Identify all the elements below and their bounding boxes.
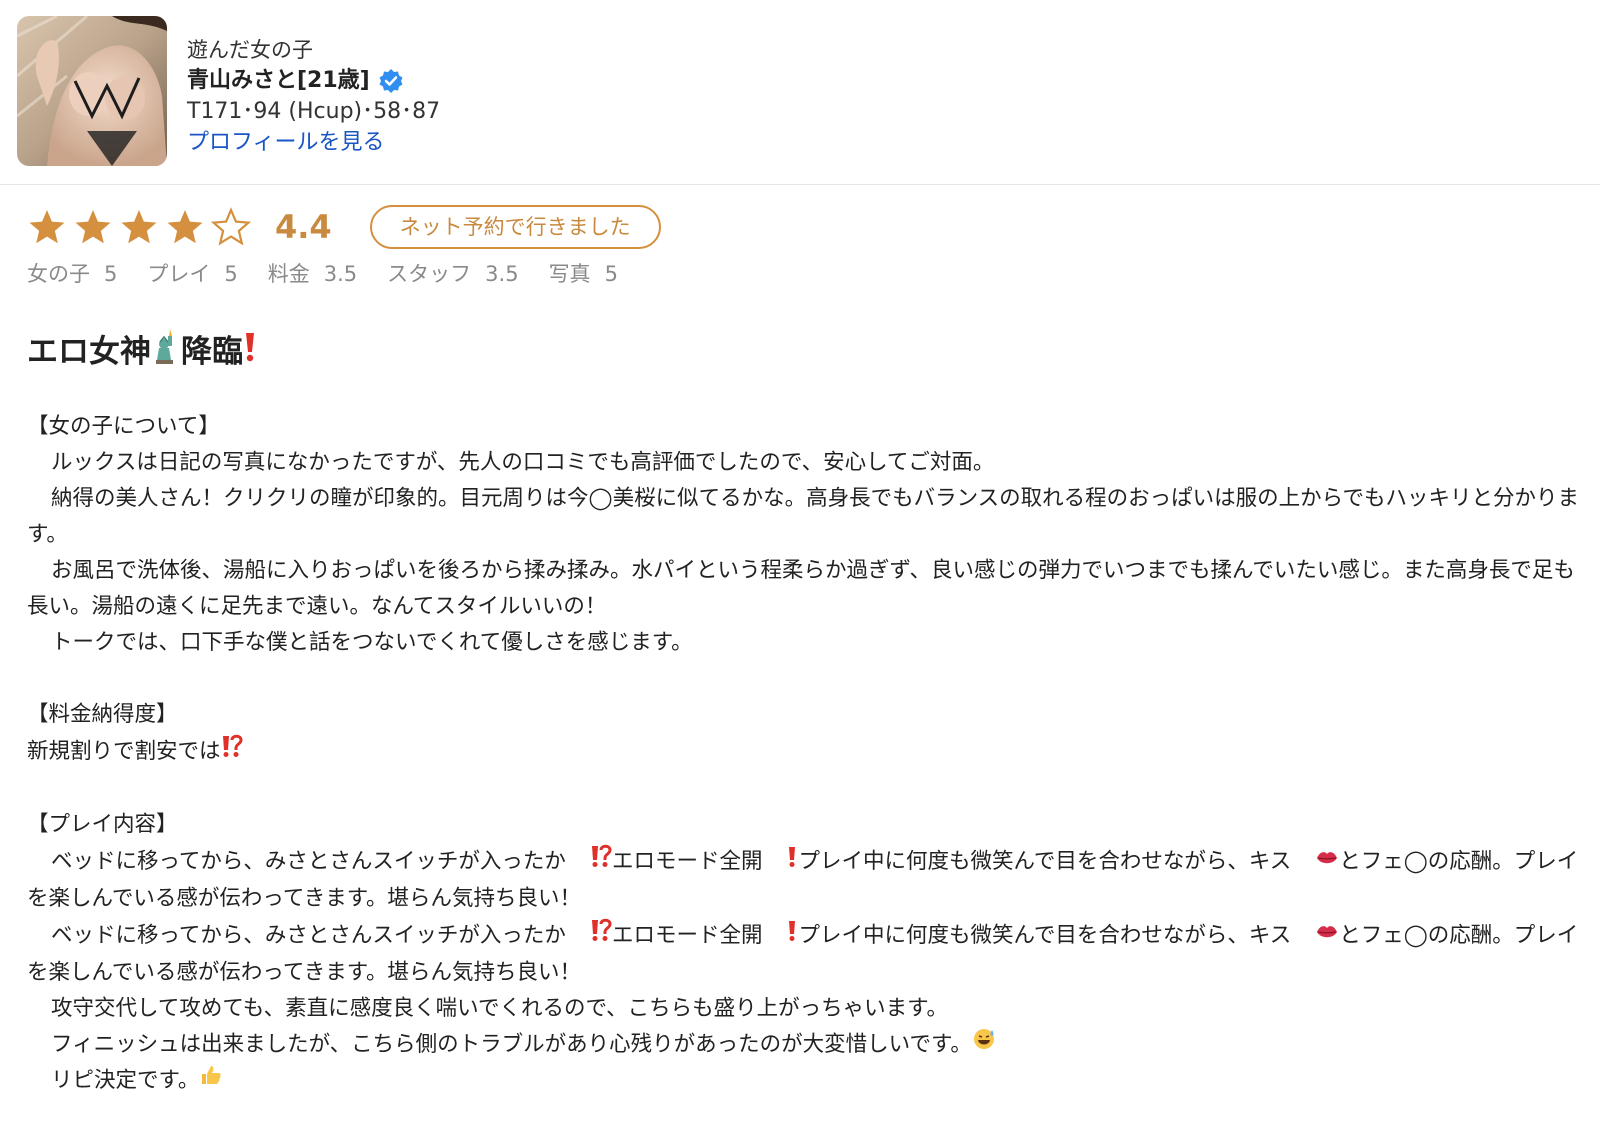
exclamation-question-icon	[566, 843, 612, 881]
sub-rating-item: 料金 3.5	[268, 258, 357, 288]
sub-rating-value: 3.5	[485, 262, 519, 286]
exclamation-question-icon	[221, 733, 243, 771]
text-span: リピ決定です。	[51, 1068, 200, 1093]
girl-name-text: 青山みさと[21歳]	[187, 68, 370, 93]
sub-rating-label: 女の子	[27, 262, 90, 286]
text-span: プレイ中に何度も微笑んで目を合わせながら、キス	[798, 923, 1292, 948]
section-play-heading: 【プレイ内容】	[27, 812, 178, 837]
rating-score: 4.4	[275, 208, 332, 246]
section-girl-heading: 【女の子について】	[27, 414, 220, 439]
profile-photo[interactable]	[17, 16, 167, 166]
star-filled-icon	[29, 210, 65, 244]
sub-rating-value: 3.5	[323, 262, 358, 286]
text-span: ベッドに移ってから、みさとさんスイッチが入ったか	[51, 849, 566, 874]
section-price-heading: 【料金納得度】	[27, 702, 178, 727]
paragraph: ベッドに移ってから、みさとさんスイッチが入ったか エロモード全開 プレイ中に何度も微…	[27, 917, 1587, 991]
paragraph: フィニッシュは出来ましたが、こちら側のトラブルがあり心残りがあったのが大変惜しい…	[27, 1027, 1587, 1063]
star-rating	[27, 207, 257, 247]
sub-rating-label: 料金	[267, 262, 310, 286]
exclamation-icon	[762, 918, 798, 954]
played-girl-label: 遊んだ女の子	[187, 38, 313, 62]
statue-of-liberty-icon	[151, 328, 181, 375]
text-span: エロモード全開	[611, 849, 763, 874]
review-title-part-b: 降臨	[181, 333, 243, 370]
kiss-lips-icon	[1291, 844, 1339, 880]
thumbs-up-icon	[199, 1063, 223, 1099]
star-filled-icon	[75, 210, 111, 244]
sub-rating-item: 女の子 5	[27, 258, 117, 288]
sub-rating-item: プレイ 5	[147, 258, 237, 288]
star-empty-icon	[211, 207, 251, 246]
exclamation-icon	[762, 844, 798, 880]
exclamation-icon	[243, 329, 257, 374]
girl-stats: T171･94 (Hcup)･58･87	[187, 99, 441, 124]
sub-rating-value: 5	[104, 262, 118, 286]
text-span: エロモード全開	[611, 923, 763, 948]
sub-ratings: 女の子 5 プレイ 5 料金 3.5 スタッフ 3.5 写真 5	[27, 258, 648, 288]
text-span: プレイ中に何度も微笑んで目を合わせながら、キス	[798, 849, 1292, 874]
paragraph: リピ決定です。	[27, 1063, 1587, 1099]
paragraph: 新規割りで割安では	[27, 733, 1587, 771]
price-text: 新規割りで割安では	[27, 739, 221, 764]
girl-name: 青山みさと[21歳]	[187, 66, 440, 96]
sub-rating-label: 写真	[548, 262, 591, 286]
star-filled-icon	[121, 210, 157, 244]
section-price: 【料金納得度】 新規割りで割安では	[27, 697, 1587, 771]
sub-rating-label: スタッフ	[387, 262, 472, 286]
paragraph: お風呂で洗体後、湯船に入りおっぱいを後ろから揉み揉み。水パイという程柔らか過ぎず…	[27, 558, 1575, 619]
review-content: エロ女神 降臨 【女の子について】 ルックスは日記の写真になかったですが、先人の…	[27, 328, 1587, 1135]
star-filled-icon	[167, 210, 203, 244]
sweat-smile-icon	[972, 1027, 996, 1063]
exclamation-question-icon	[566, 917, 612, 955]
sub-rating-label: プレイ	[147, 262, 211, 286]
sub-rating-value: 5	[604, 262, 618, 286]
paragraph: 納得の美人さん！クリクリの瞳が印象的。目元周りは今◯美桜に似てるかな。高身長でも…	[27, 486, 1579, 547]
paragraph: ベッドに移ってから、みさとさんスイッチが入ったか エロモード全開 プレイ中に何度も微…	[27, 843, 1587, 917]
text-span: フィニッシュは出来ましたが、こちら側のトラブルがあり心残りがあったのが大変惜しい…	[51, 1032, 972, 1057]
text-span: ベッドに移ってから、みさとさんスイッチが入ったか	[51, 923, 566, 948]
kiss-lips-icon	[1291, 918, 1339, 954]
view-profile-link[interactable]: プロフィールを見る	[187, 128, 440, 158]
booking-method-badge: ネット予約で行きました	[369, 205, 661, 249]
sub-rating-item: スタッフ 3.5	[387, 258, 518, 288]
review-title: エロ女神 降臨	[27, 328, 1587, 375]
sub-rating-item: 写真 5	[549, 258, 618, 288]
paragraph: 攻守交代して攻めても、素直に感度良く喘いでくれるので、こちらも盛り上がっちゃいま…	[51, 996, 948, 1021]
sub-rating-value: 5	[224, 262, 238, 286]
paragraph: ルックスは日記の写真になかったですが、先人の口コミでも高評価でしたので、安心して…	[51, 450, 995, 475]
rating-row: 4.4 ネット予約で行きました	[27, 204, 661, 250]
paragraph: トークでは、口下手な僕と話をつないでくれて優しさを感じます。	[51, 630, 693, 655]
section-play: 【プレイ内容】 ベッドに移ってから、みさとさんスイッチが入ったか エロモード全開プ…	[27, 807, 1587, 1099]
section-girl: 【女の子について】 ルックスは日記の写真になかったですが、先人の口コミでも高評価…	[27, 409, 1587, 661]
review-title-part-a: エロ女神	[27, 333, 151, 370]
profile-header: 遊んだ女の子 青山みさと[21歳] T171･94 (Hcup)･58･87 プ…	[0, 0, 1600, 185]
verified-badge-icon	[378, 68, 404, 94]
